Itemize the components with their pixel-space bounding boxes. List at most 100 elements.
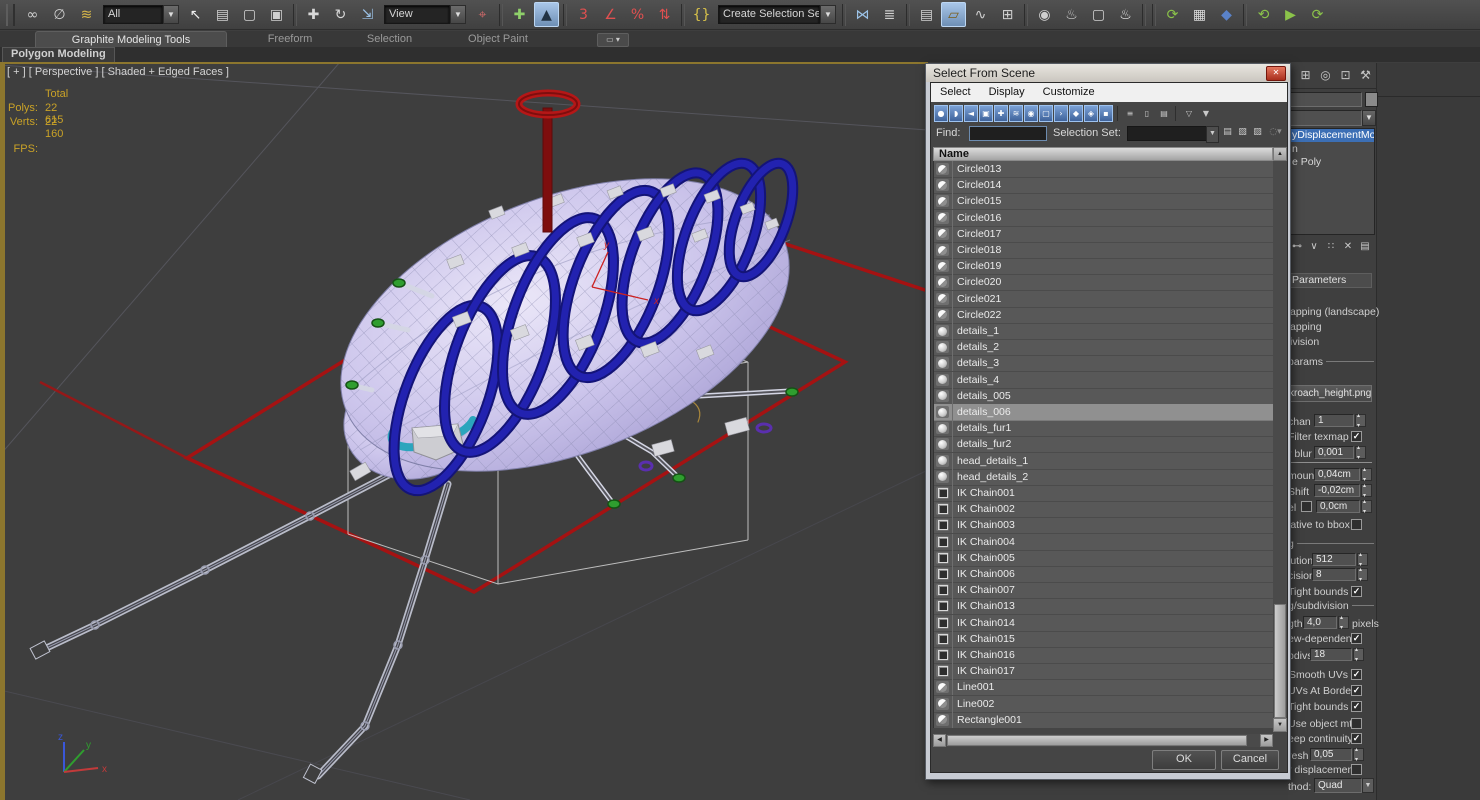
scene-converter-icon[interactable]: ◆ (1214, 2, 1239, 27)
display-helpers-icon[interactable]: ✚ (994, 105, 1008, 122)
display-geometry-icon[interactable]: ● (934, 105, 948, 122)
rectangular-selection-region-icon[interactable]: ▢ (237, 2, 262, 27)
selection-set-arrow[interactable]: ▼ (1206, 126, 1219, 143)
pin-stack-icon[interactable]: ⊷ (1290, 239, 1304, 254)
angle-snap-icon[interactable]: ∠ (598, 2, 623, 27)
named-selection-sets-dropdown[interactable]: Create Selection Se ▼ (718, 5, 836, 24)
align-icon[interactable]: ≣ (877, 2, 902, 27)
display-frozen-objects-icon[interactable]: ▪ (1099, 105, 1113, 122)
sync-selection-icon[interactable]: ▤ (1157, 105, 1171, 122)
keyboard-shortcut-override-icon[interactable]: ▲ (534, 2, 559, 27)
resolution-field[interactable]: 512 (1312, 553, 1356, 566)
list-item-line001[interactable]: Line001 (934, 679, 1274, 697)
type-option-3d-mapping[interactable]: apping (1290, 321, 1322, 333)
edit-named-selection-sets-icon[interactable]: {} (689, 2, 714, 27)
close-icon[interactable]: ✕ (1266, 66, 1286, 81)
water-level-spinner[interactable] (1361, 498, 1372, 515)
shift-field[interactable]: -0,02cm (1314, 484, 1360, 497)
display-space-warps-icon[interactable]: ≋ (1009, 105, 1023, 122)
display-shapes-icon[interactable]: ◗ (949, 105, 963, 122)
configure-modifier-sets-icon[interactable]: ▤ (1358, 239, 1372, 254)
list-item-circle019[interactable]: Circle019 (934, 258, 1274, 276)
edge-thresh-field[interactable]: 0,05 (1310, 748, 1352, 761)
list-horizontal-scrollbar[interactable]: ◀ ▶ (933, 734, 1273, 747)
menu-customize[interactable]: Customize (1034, 83, 1104, 102)
amount-spinner[interactable] (1361, 466, 1372, 483)
precision-spinner[interactable] (1357, 566, 1368, 583)
motion-tab[interactable]: ◎ (1316, 65, 1335, 86)
named-selection-sets-dropdown-arrow-icon[interactable]: ▼ (820, 5, 836, 24)
show-end-result-icon[interactable]: ∨ (1307, 239, 1321, 254)
list-item-ik-chain014[interactable]: IK Chain014 (934, 614, 1274, 632)
subtract-from-selection-set-icon[interactable]: ▨ (1251, 125, 1264, 140)
filter-blur-spinner[interactable] (1355, 444, 1366, 461)
tex-chan-field[interactable]: 1 (1314, 414, 1354, 427)
split-method-dropdown[interactable]: Quad (1314, 778, 1362, 793)
scroll-up-icon[interactable]: ▲ (1273, 147, 1287, 161)
select-and-rotate-icon[interactable]: ↻ (328, 2, 353, 27)
list-item-ik-chain013[interactable]: IK Chain013 (934, 598, 1274, 616)
reference-coordinate-system-dropdown[interactable]: View ▼ (384, 5, 466, 24)
view-dependent-checkbox[interactable]: ✓ (1351, 633, 1362, 644)
list-item-details_3[interactable]: details_3 (934, 355, 1274, 373)
select-by-name-icon[interactable]: ▤ (210, 2, 235, 27)
unlink-selection-icon[interactable]: ∅ (47, 2, 72, 27)
object-color-swatch[interactable] (1365, 92, 1378, 107)
list-item-circle020[interactable]: Circle020 (934, 274, 1274, 292)
display-cameras-icon[interactable]: ▣ (979, 105, 993, 122)
selection-filter-dropdown[interactable]: All ▼ (103, 5, 179, 24)
keep-continuity-checkbox[interactable]: ✓ (1351, 733, 1362, 744)
precision-field[interactable]: 8 (1312, 568, 1356, 581)
modifier-stack-entry[interactable]: e Poly (1289, 156, 1374, 169)
max-subdivs-field[interactable]: 18 (1310, 648, 1352, 661)
display-containers-icon[interactable]: ◆ (1069, 105, 1083, 122)
list-item-circle018[interactable]: Circle018 (934, 242, 1274, 259)
viewport-label[interactable]: [ + ] [ Perspective ] [ Shaded + Edged F… (7, 66, 229, 78)
list-item-rectangle001[interactable]: Rectangle001 (934, 711, 1274, 728)
relative-to-bbox-checkbox[interactable] (1351, 519, 1362, 530)
make-unique-icon[interactable]: ∷ (1324, 239, 1338, 254)
edge-thresh-spinner[interactable] (1353, 746, 1364, 763)
modifier-list-dropdown[interactable] (1288, 110, 1362, 126)
select-and-link-icon[interactable]: ∞ (20, 2, 45, 27)
type-option-subdivision[interactable]: ivision (1290, 336, 1319, 348)
select-and-manipulate-icon[interactable]: ✚ (507, 2, 532, 27)
max-subdivs-spinner[interactable] (1353, 646, 1364, 663)
uvs-at-borders-checkbox[interactable]: ✓ (1351, 685, 1362, 696)
ribbon-tab-selection[interactable]: Selection (352, 31, 427, 47)
modifier-stack-entry[interactable]: yDisplacementMod (1289, 129, 1374, 142)
list-item-details_fur1[interactable]: details_fur1 (934, 420, 1274, 438)
create-selection-set-icon[interactable]: ▤ (1221, 125, 1234, 140)
vector-displacement-checkbox[interactable] (1351, 764, 1362, 775)
parameters-rollout-header[interactable]: Parameters (1288, 273, 1372, 288)
dialog-title-bar[interactable]: Select From Scene (926, 64, 1290, 82)
curve-editor-icon[interactable]: ∿ (968, 2, 993, 27)
next-state-set-icon[interactable]: ⟳ (1305, 2, 1330, 27)
type-option-2d-mapping[interactable]: apping (landscape) (1290, 306, 1379, 318)
graphite-ribbon-toggle-icon[interactable]: ▱ (941, 2, 966, 27)
display-lights-icon[interactable]: ◄ (964, 105, 978, 122)
list-item-ik-chain005[interactable]: IK Chain005 (934, 549, 1274, 567)
ok-button[interactable]: OK (1152, 750, 1216, 770)
texmap-button[interactable]: kroach_height.png) (1288, 385, 1372, 402)
list-item-details_2[interactable]: details_2 (934, 339, 1274, 357)
filter-texmap-checkbox[interactable]: ✓ (1351, 431, 1362, 442)
display-tab[interactable]: ⊡ (1336, 65, 1355, 86)
selection-set-combo[interactable] (1127, 126, 1207, 141)
bind-to-space-warp-icon[interactable]: ≋ (74, 2, 99, 27)
previous-state-set-icon[interactable]: ⟲ (1251, 2, 1276, 27)
resolution-spinner[interactable] (1357, 551, 1368, 568)
list-item-head_details_1[interactable]: head_details_1 (934, 452, 1274, 470)
list-item-details_4[interactable]: details_4 (934, 371, 1274, 389)
window-crossing-icon[interactable]: ▣ (264, 2, 289, 27)
use-object-mtl-checkbox[interactable] (1351, 718, 1362, 729)
list-item-circle017[interactable]: Circle017 (934, 225, 1274, 243)
split-method-arrow[interactable]: ▼ (1362, 778, 1374, 793)
shift-spinner[interactable] (1361, 482, 1372, 499)
cancel-button[interactable]: Cancel (1221, 750, 1279, 770)
smooth-uvs-checkbox[interactable]: ✓ (1351, 669, 1362, 680)
toggle-layer-explorer-icon[interactable]: ▤ (914, 2, 939, 27)
select-and-scale-icon[interactable]: ⇲ (355, 2, 380, 27)
list-item-ik-chain016[interactable]: IK Chain016 (934, 647, 1274, 664)
render-setup-icon[interactable]: ♨ (1059, 2, 1084, 27)
